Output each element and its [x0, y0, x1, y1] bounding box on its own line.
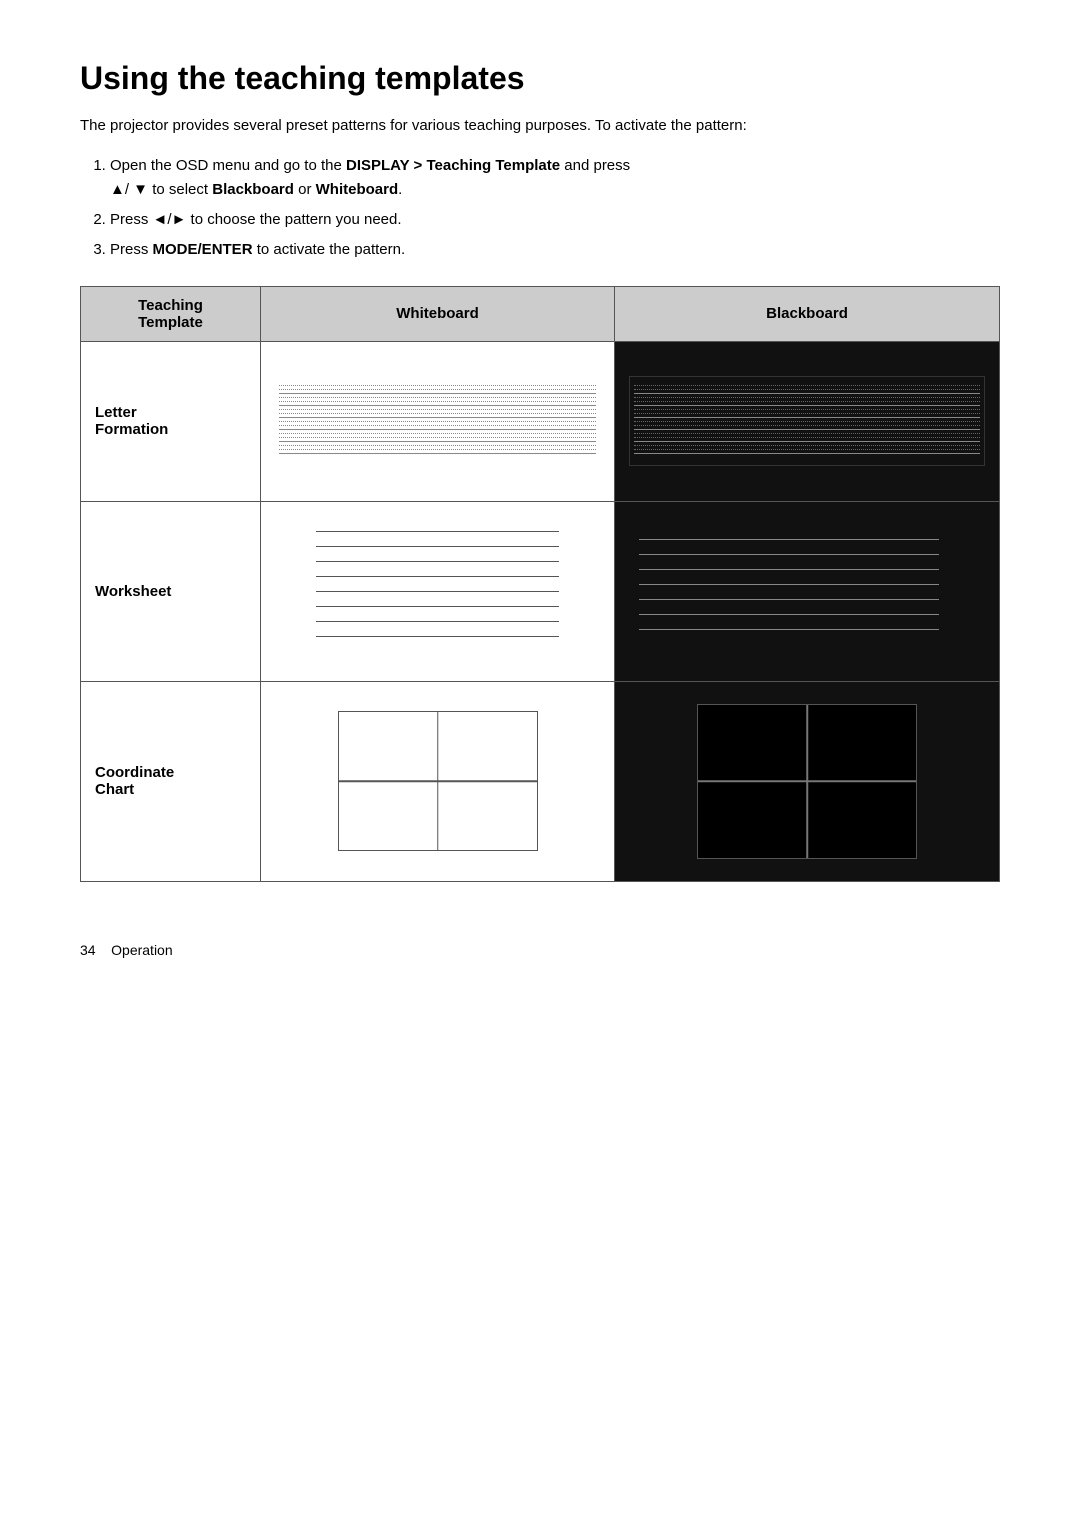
label-coordinate-chart: CoordinateChart [81, 681, 261, 881]
coord-box-white [338, 711, 538, 851]
footer: 34 Operation [80, 942, 1000, 958]
step-2: Press ◄/► to choose the pattern you need… [110, 208, 1000, 232]
label-letter-formation: LetterFormation [81, 341, 261, 501]
blackboard-worksheet-preview [615, 501, 1000, 681]
table-row-worksheet: Worksheet [81, 501, 1000, 681]
steps-list: Open the OSD menu and go to the DISPLAY … [110, 154, 1000, 262]
teaching-template-table: TeachingTemplate Whiteboard Blackboard L… [80, 286, 1000, 882]
col-header-template: TeachingTemplate [81, 286, 261, 341]
page-number: 34 [80, 942, 96, 958]
section-label: Operation [111, 942, 172, 958]
col-header-whiteboard: Whiteboard [261, 286, 615, 341]
step-1: Open the OSD menu and go to the DISPLAY … [110, 154, 1000, 202]
whiteboard-letter-formation-preview [261, 341, 615, 501]
label-worksheet: Worksheet [81, 501, 261, 681]
page-title: Using the teaching templates [80, 60, 1000, 97]
table-row-letter-formation: LetterFormation [81, 341, 1000, 501]
blackboard-letter-formation-preview [615, 341, 1000, 501]
step-3: Press MODE/ENTER to activate the pattern… [110, 238, 1000, 262]
coord-box-black [697, 704, 917, 859]
intro-paragraph: The projector provides several preset pa… [80, 115, 1000, 138]
whiteboard-coordinate-chart-preview [261, 681, 615, 881]
whiteboard-worksheet-preview [261, 501, 615, 681]
col-header-blackboard: Blackboard [615, 286, 1000, 341]
blackboard-coordinate-chart-preview [615, 681, 1000, 881]
table-row-coordinate-chart: CoordinateChart [81, 681, 1000, 881]
